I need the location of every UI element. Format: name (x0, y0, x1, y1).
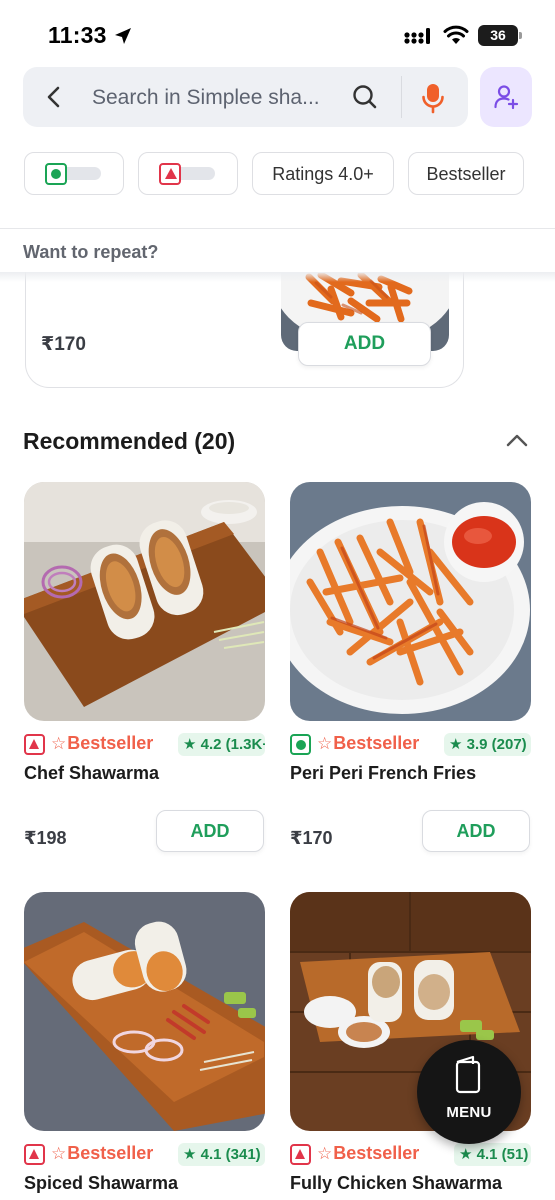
add-person-icon (494, 85, 519, 110)
signal-icon (404, 27, 432, 50)
spiced-shawarma-image[interactable] (24, 892, 265, 1131)
bestseller-tag: ☆Bestseller (317, 733, 420, 753)
nonveg-icon (159, 163, 181, 185)
repeat-item-price: ₹170 (41, 334, 86, 355)
nonveg-icon (24, 734, 45, 755)
search-icon[interactable] (351, 83, 379, 116)
veg-icon (290, 734, 311, 755)
bestseller-filter-label: Bestseller (426, 164, 506, 184)
bestseller-star-icon: ☆ (51, 734, 67, 753)
dish-name: Fully Chicken Shawarma (290, 1173, 503, 1193)
bestseller-star-icon: ☆ (317, 1144, 333, 1163)
menu-label: MENU (446, 1104, 492, 1121)
status-time: 11:33 (48, 22, 107, 48)
chevron-up-icon[interactable] (505, 432, 529, 453)
bestseller-filter-chip[interactable]: Bestseller (408, 152, 524, 195)
item-badges: ☆Bestseller ★ 4.1 (51) (290, 1143, 531, 1167)
search-divider (401, 76, 402, 118)
dish-name: Chef Shawarma (24, 763, 160, 783)
veg-toggle[interactable] (45, 163, 103, 185)
nonveg-icon (24, 1144, 45, 1165)
bestseller-star-icon: ☆ (51, 1144, 67, 1163)
search-bar[interactable]: Search in Simplee sha... (23, 67, 468, 127)
dish-name: Spiced Shawarma (24, 1173, 179, 1193)
item-badges: ☆Bestseller ★ 4.2 (1.3K+ (24, 733, 265, 757)
item-badges: ☆Bestseller ★ 4.1 (341) (24, 1143, 265, 1167)
veg-filter-chip[interactable] (24, 152, 124, 195)
menu-book-icon (455, 1055, 481, 1094)
nonveg-filter-chip[interactable] (138, 152, 238, 195)
location-arrow-icon (113, 26, 133, 51)
menu-button[interactable]: MENU (417, 1040, 521, 1144)
chef-shawarma-image[interactable] (24, 482, 265, 721)
dish-price: ₹170 (290, 828, 333, 848)
recommended-title: Recommended (20) (23, 428, 236, 454)
add-button[interactable]: ADD (156, 810, 264, 852)
mic-icon[interactable] (421, 82, 445, 119)
ratings-filter-chip[interactable]: Ratings 4.0+ (252, 152, 394, 195)
battery-indicator: 36 (478, 25, 522, 46)
dish-name: Peri Peri French Fries (290, 763, 477, 783)
back-icon[interactable] (43, 85, 65, 114)
add-button[interactable]: ADD (422, 810, 530, 852)
bestseller-star-icon: ☆ (317, 734, 333, 753)
peri-peri-fries-image[interactable] (290, 482, 531, 721)
header-shadow (0, 272, 555, 282)
header-divider (0, 228, 555, 229)
nonveg-icon (290, 1144, 311, 1165)
rating-badge: ★ 4.1 (341) (178, 1143, 265, 1166)
bestseller-tag: ☆Bestseller (51, 733, 154, 753)
ratings-filter-label: Ratings 4.0+ (272, 164, 374, 184)
item-badges: ☆Bestseller ★ 3.9 (207) (290, 733, 531, 757)
nonveg-toggle[interactable] (159, 163, 217, 185)
rating-badge: ★ 4.1 (51) (454, 1143, 531, 1166)
repeat-add-button[interactable]: ADD (298, 322, 431, 366)
dish-price: ₹198 (24, 828, 67, 848)
rating-badge: ★ 4.2 (1.3K+ (178, 733, 265, 756)
add-person-button[interactable] (480, 67, 532, 127)
rating-badge: ★ 3.9 (207) (444, 733, 531, 756)
repeat-section-title: Want to repeat? (23, 242, 159, 262)
wifi-icon (443, 25, 469, 50)
search-input[interactable]: Search in Simplee sha... (92, 86, 342, 110)
bestseller-tag: ☆Bestseller (51, 1143, 154, 1163)
bestseller-tag: ☆Bestseller (317, 1143, 420, 1163)
veg-icon (45, 163, 67, 185)
status-bar: 11:33 36 (0, 0, 555, 62)
